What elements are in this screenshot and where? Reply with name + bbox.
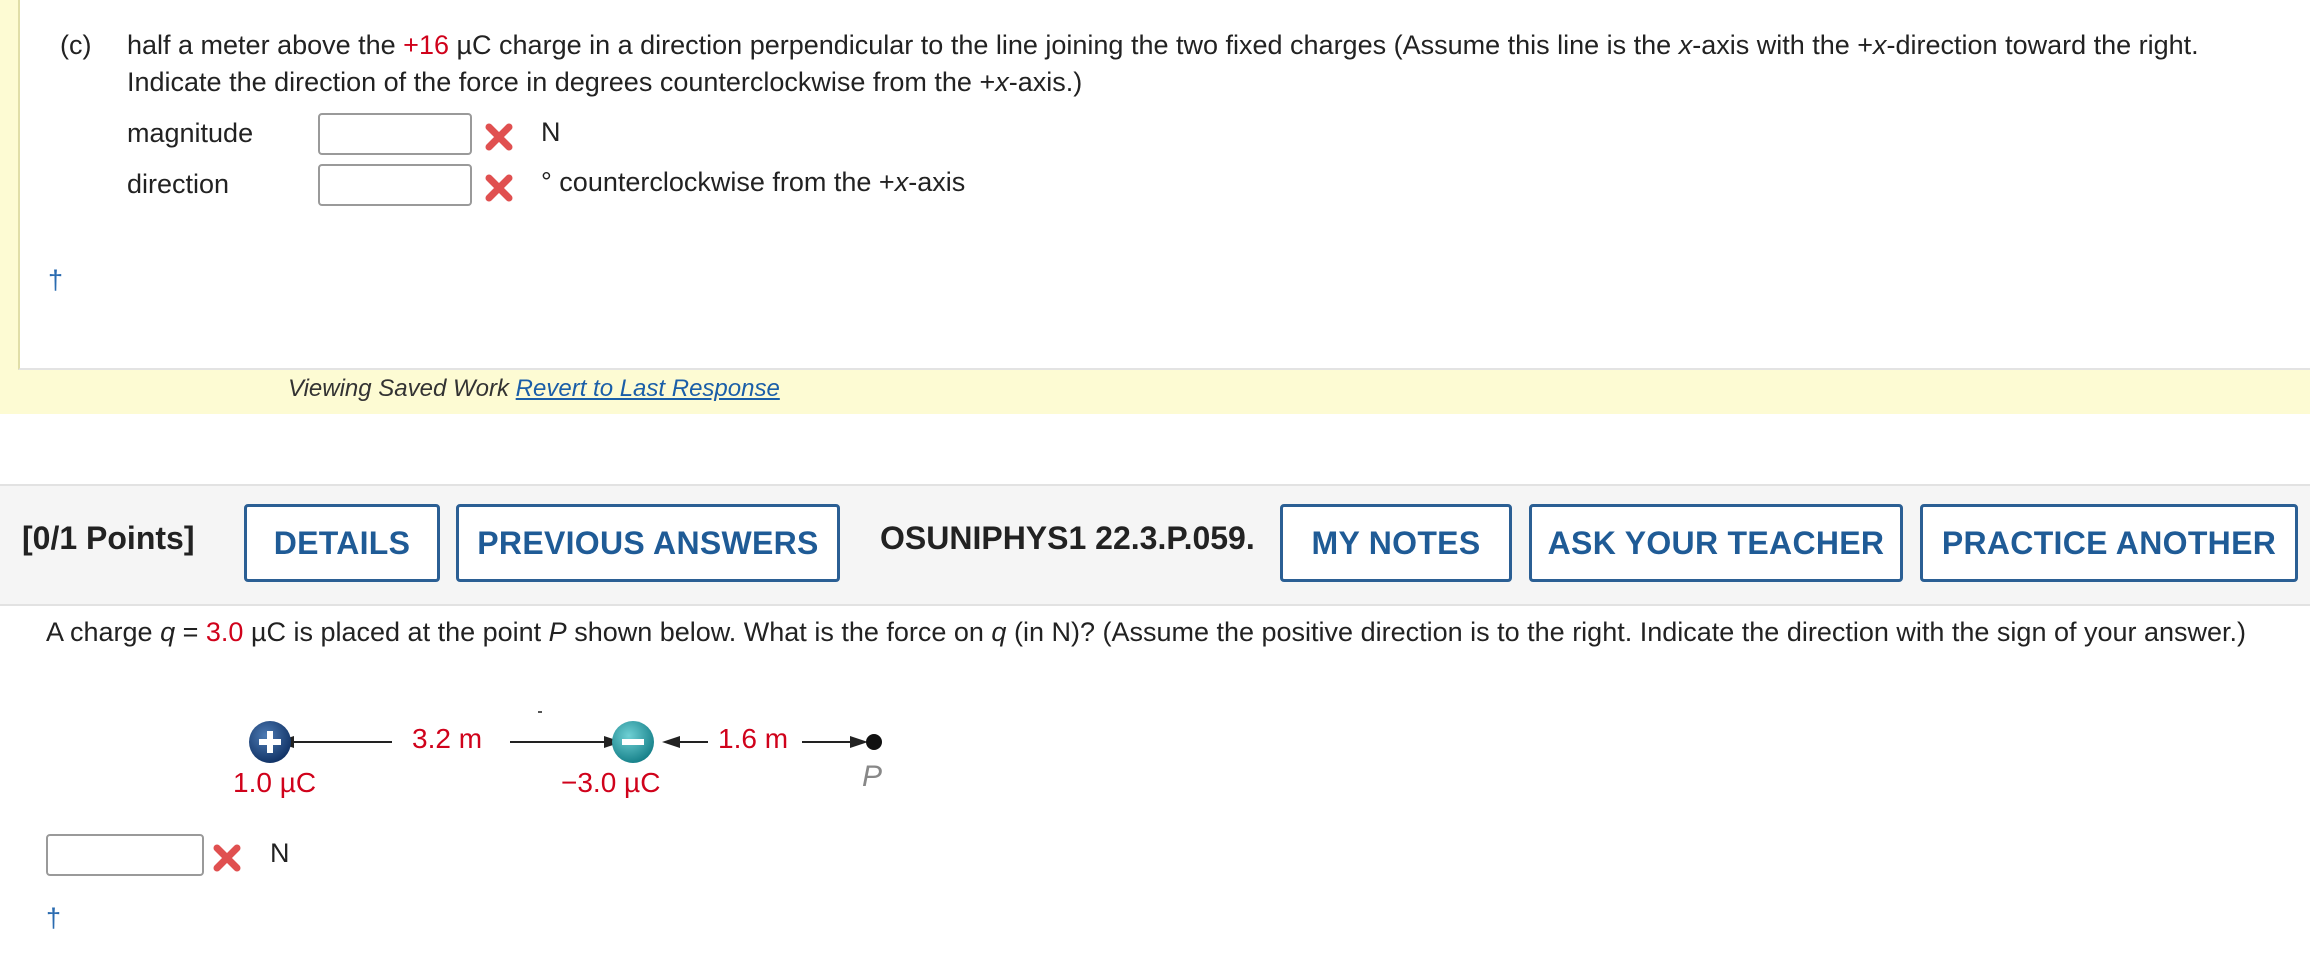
charge-2-label: −3.0 µC bbox=[561, 767, 661, 798]
problem-question-text: A charge q = 3.0 µC is placed at the poi… bbox=[46, 617, 2247, 647]
distance-label-2: 1.6 m bbox=[718, 723, 789, 754]
magnitude-label: magnitude bbox=[127, 118, 254, 148]
part-c-question-text: half a meter above the +16 µC charge in … bbox=[127, 30, 2199, 97]
dagger-marker: † bbox=[46, 903, 62, 933]
part-c-label: (c) bbox=[60, 30, 92, 60]
force-answer-unit: N bbox=[270, 838, 290, 868]
magnitude-input[interactable] bbox=[318, 113, 472, 155]
charge-value: +16 bbox=[403, 30, 449, 60]
previous-answers-button[interactable]: PREVIOUS ANSWERS bbox=[456, 504, 840, 582]
q-value: 3.0 bbox=[205, 617, 244, 647]
point-p-dot bbox=[866, 734, 882, 750]
ask-your-teacher-button[interactable]: ASK YOUR TEACHER bbox=[1529, 504, 1903, 582]
distance-label-1: 3.2 m bbox=[412, 723, 483, 754]
magnitude-unit: N bbox=[541, 117, 561, 147]
dagger-marker: † bbox=[48, 265, 64, 295]
positive-charge-icon bbox=[249, 721, 291, 763]
practice-another-button[interactable]: PRACTICE ANOTHER bbox=[1920, 504, 2298, 582]
charge-1-label: 1.0 µC bbox=[233, 767, 317, 798]
incorrect-x-icon bbox=[485, 174, 513, 202]
direction-label: direction bbox=[127, 169, 230, 199]
negative-charge-icon bbox=[612, 721, 654, 763]
points-label: [0/1 Points] bbox=[22, 520, 195, 556]
revert-link[interactable]: Revert to Last Response bbox=[516, 375, 780, 402]
direction-input[interactable] bbox=[318, 164, 472, 206]
incorrect-x-icon bbox=[213, 844, 241, 872]
my-notes-button[interactable]: MY NOTES bbox=[1280, 504, 1512, 582]
saved-work-notice: Viewing Saved Work Revert to Last Respon… bbox=[288, 375, 780, 402]
point-p-label: P bbox=[862, 760, 883, 793]
problem-id: OSUNIPHYS1 22.3.P.059. bbox=[880, 520, 1255, 556]
force-answer-input[interactable] bbox=[46, 834, 204, 876]
details-button[interactable]: DETAILS bbox=[244, 504, 440, 582]
direction-unit: ° counterclockwise from the +x-axis bbox=[541, 167, 966, 197]
incorrect-x-icon bbox=[485, 123, 513, 151]
